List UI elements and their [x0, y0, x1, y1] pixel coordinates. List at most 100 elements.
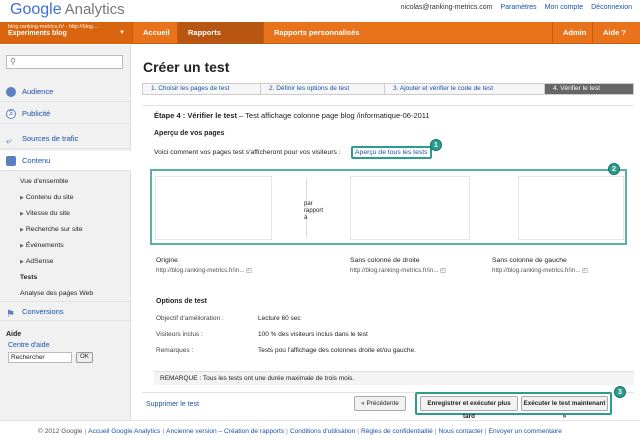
previous-button[interactable]: « Précédente [354, 396, 406, 411]
sidebar-sub-tests[interactable]: Tests [20, 274, 37, 281]
my-account-link[interactable]: Mon compte [545, 4, 584, 11]
settings-link[interactable]: Paramètres [501, 4, 537, 11]
preview-description: Voici comment vos pages test s'affichero… [154, 149, 341, 156]
wizard-steps: 1. Choisir les pages de test 2. Définir … [142, 83, 634, 95]
run-test-now-button[interactable]: Exécuter le test maintenant » [521, 396, 608, 420]
chevron-down-icon: ▼ [119, 30, 125, 36]
step-heading-test-name: – Test affichage colonne page blog /info… [236, 111, 430, 120]
sidebar-sub-label: Vitesse du site [25, 210, 70, 217]
sidebar-item-conversions[interactable]: ⚑ Conversions [0, 301, 131, 321]
column-name-sans-gauche: Sans colonne de gauche [492, 257, 567, 264]
triangle-right-icon: ▶ [20, 211, 24, 217]
divider [142, 105, 634, 106]
sidebar-item-contenu[interactable]: Contenu [0, 151, 131, 171]
content-icon [6, 156, 16, 166]
sidebar-sub-label: Événements [25, 242, 64, 249]
sidebar-sub-evenements[interactable]: ▶ Événements [20, 242, 64, 249]
help-title: Aide [6, 331, 22, 338]
dollar-icon: $ [6, 109, 16, 119]
sidebar-item-label: Publicité [22, 109, 51, 118]
sidebar: ⚲ Audience $ Publicité ⤶ Sources de traf… [0, 45, 131, 420]
save-run-later-button[interactable]: Enregistrer et exécuter plus tard [420, 396, 518, 420]
logo-analytics: Analytics [64, 1, 125, 18]
tab-accueil[interactable]: Accueil [132, 22, 180, 44]
footer-link-ancienne-version[interactable]: Ancienne version – Création de rapports [166, 428, 284, 435]
external-link-icon: ◰ [440, 268, 446, 274]
help-search-input[interactable]: Rechercher [8, 352, 72, 363]
sidebar-sub-label: AdSense [25, 258, 54, 265]
delete-test-link[interactable]: Supprimer le test [146, 401, 199, 408]
tab-rapports-personnalises[interactable]: Rapports personnalisés [263, 22, 373, 44]
traffic-arrow-icon: ⤶ [6, 136, 12, 147]
step-3[interactable]: 3. Ajouter et vérifier le code de test [385, 84, 545, 94]
triangle-right-icon: ▶ [20, 259, 24, 265]
step-1[interactable]: 1. Choisir les pages de test [143, 84, 261, 94]
tab-aide[interactable]: Aide ? [592, 22, 640, 44]
triangle-right-icon: ▶ [20, 195, 24, 201]
preview-all-tests-link[interactable]: Aperçu de tous les tests [351, 146, 432, 159]
column-url-sans-gauche[interactable]: http://blog.ranking-metrics.fr/in... ◰ [492, 267, 588, 274]
column-name-sans-droite: Sans colonne de droite [350, 257, 420, 264]
footer-link-contact[interactable]: Nous contacter [439, 428, 483, 435]
sidebar-sub-analyse-pages-web[interactable]: Analyse des pages Web [20, 290, 93, 297]
sidebar-item-audience[interactable]: Audience [0, 82, 131, 102]
sidebar-item-label: Contenu [22, 156, 51, 165]
footer: © 2012 Google | Accueil Google Analytics | A… [0, 420, 640, 441]
sidebar-item-publicite[interactable]: $ Publicité [0, 104, 131, 124]
sidebar-sub-label: Contenu du site [25, 194, 74, 201]
audience-icon [6, 87, 16, 97]
preview-text-line: rapport [304, 208, 324, 214]
column-url: http://blog.ranking-metrics.fr/in... [492, 267, 581, 274]
option-value: 100 % des visiteurs inclus dans le test [258, 331, 368, 338]
sidebar-sub-contenu-site[interactable]: ▶ Contenu du site [20, 194, 73, 201]
flag-icon: ⚑ [6, 309, 15, 320]
column-url: http://blog.ranking-metrics.fr/in... [350, 267, 439, 274]
account-name: Experiments blog [8, 30, 67, 37]
user-nav: nicolas@ranking-metrics.com Paramètres M… [395, 4, 632, 11]
option-value: Tests pou l'affichage des colonnes droit… [258, 347, 416, 354]
help-center-link[interactable]: Centre d'aide [8, 342, 49, 349]
sidebar-sub-vue-ensemble[interactable]: Vue d'ensemble [20, 178, 68, 185]
annotation-badge-1: 1 [430, 139, 442, 151]
footer-link-confidentialite[interactable]: Règles de confidentialité [361, 428, 433, 435]
external-link-icon: ◰ [582, 268, 588, 274]
preview-text-line: par [304, 201, 313, 207]
preview-panel: par rapport à [150, 169, 627, 245]
footer-link-commentaire[interactable]: Envoyer un commentaire [489, 428, 562, 435]
sidebar-sub-adsense[interactable]: ▶ AdSense [20, 258, 53, 265]
triangle-right-icon: ▶ [20, 227, 24, 233]
column-url-sans-droite[interactable]: http://blog.ranking-metrics.fr/in... ◰ [350, 267, 446, 274]
main-content: Créer un test 1. Choisir les pages de te… [132, 45, 640, 420]
sidebar-sub-recherche-site[interactable]: ▶ Recherche sur site [20, 226, 83, 233]
account-selector[interactable]: blog.ranking-metrics.fr/ - http://blog..… [0, 22, 132, 44]
preview-text: par rapport à [304, 201, 323, 222]
triangle-right-icon: ▶ [20, 243, 24, 249]
column-url-origine[interactable]: http://blog.ranking-metrics.fr/in... ◰ [156, 267, 252, 274]
search-icon: ⚲ [10, 57, 16, 66]
copyright: © 2012 Google [38, 428, 83, 435]
column-name-origine: Origine [156, 257, 178, 264]
preview-text-line: à [304, 215, 308, 221]
sidebar-sub-vitesse-site[interactable]: ▶ Vitesse du site [20, 210, 70, 217]
footer-link-conditions[interactable]: Conditions d'utilisation [290, 428, 355, 435]
google-analytics-logo[interactable]: Google Analytics [10, 1, 125, 19]
step-4: 4. Vérifier le test [545, 84, 633, 94]
options-heading: Options de test [156, 298, 207, 305]
preview-no-right-column [350, 176, 470, 240]
help-ok-button[interactable]: OK [76, 352, 93, 363]
sidebar-item-sources-trafic[interactable]: ⤶ Sources de trafic [0, 129, 131, 149]
remark-note: REMARQUE : Tous les tests ont une durée … [154, 371, 634, 385]
footer-link-accueil[interactable]: Accueil Google Analytics [88, 428, 160, 435]
option-label: Remarques : [156, 347, 194, 354]
option-label: Objectif d'amélioration : [156, 315, 224, 322]
preview-heading: Aperçu de vos pages [154, 130, 225, 137]
tab-admin[interactable]: Admin [552, 22, 592, 44]
sidebar-search-input[interactable]: ⚲ [6, 55, 123, 69]
logout-link[interactable]: Déconnexion [591, 4, 632, 11]
sidebar-item-label: Audience [22, 87, 54, 96]
step-heading-bold: Étape 4 : Vérifier le test [154, 111, 237, 120]
annotation-badge-3: 3 [614, 386, 626, 398]
option-label: Visiteurs inclus : [156, 331, 203, 338]
step-2[interactable]: 2. Définir les options de test [261, 84, 385, 94]
tab-rapports-standards[interactable]: Rapports standards [177, 22, 263, 59]
